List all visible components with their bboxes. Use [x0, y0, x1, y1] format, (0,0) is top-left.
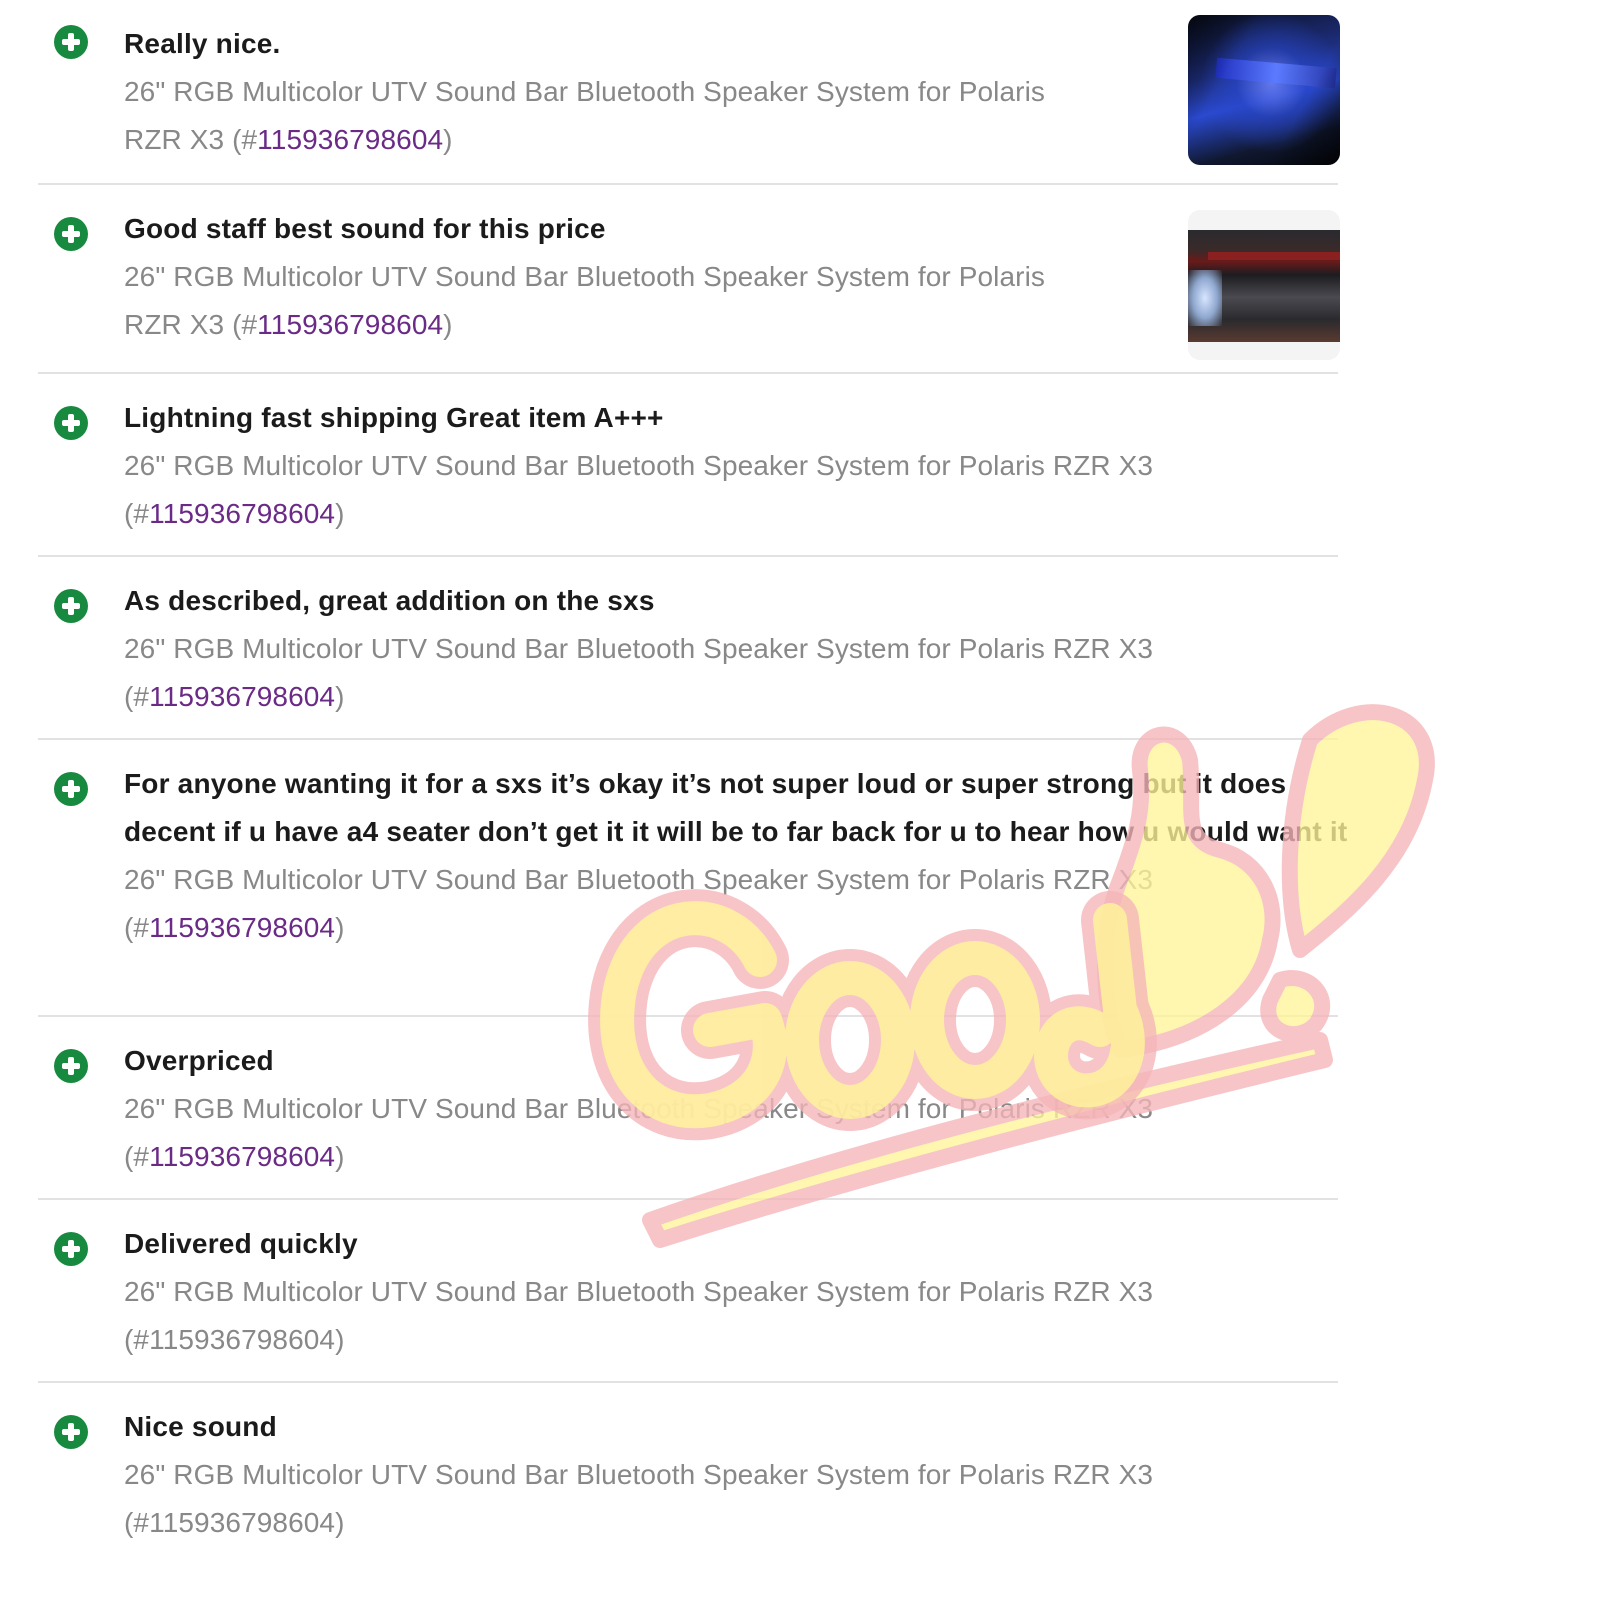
item-number-link[interactable]: 115936798604	[257, 124, 443, 155]
feedback-comment: Good staff best sound for this price	[124, 213, 606, 244]
item-title: 26" RGB Multicolor UTV Sound Bar Bluetoo…	[124, 1459, 1154, 1538]
item-title: 26" RGB Multicolor UTV Sound Bar Bluetoo…	[124, 76, 1046, 155]
feedback-comment: Nice sound	[124, 1411, 277, 1442]
positive-plus-icon	[54, 589, 88, 623]
positive-plus-icon	[54, 25, 88, 59]
review-photo-thumbnail[interactable]	[1188, 15, 1340, 165]
positive-plus-icon	[54, 1049, 88, 1083]
item-number-link[interactable]: 115936798604	[149, 1141, 335, 1172]
item-title: 26" RGB Multicolor UTV Sound Bar Bluetoo…	[124, 261, 1046, 340]
item-title-text: 26" RGB Multicolor UTV Sound Bar Bluetoo…	[124, 450, 1154, 481]
item-number-link[interactable]: 115936798604	[149, 681, 335, 712]
feedback-item: As described, great addition on the sxs …	[38, 557, 1338, 740]
feedback-item: Overpriced 26" RGB Multicolor UTV Sound …	[38, 1017, 1338, 1200]
feedback-item: Delivered quickly 26" RGB Multicolor UTV…	[38, 1200, 1338, 1383]
item-number[interactable]: 115936798604	[149, 1324, 335, 1355]
feedback-item: Lightning fast shipping Great item A+++ …	[38, 374, 1338, 557]
feedback-comment: Lightning fast shipping Great item A+++	[124, 402, 664, 433]
feedback-comment: Overpriced	[124, 1045, 274, 1076]
positive-plus-icon	[54, 217, 88, 251]
item-title-text: 26" RGB Multicolor UTV Sound Bar Bluetoo…	[124, 864, 1154, 895]
feedback-item: Really nice. 26" RGB Multicolor UTV Soun…	[38, 0, 1340, 185]
feedback-comment: As described, great addition on the sxs	[124, 585, 655, 616]
feedback-item: Nice sound 26" RGB Multicolor UTV Sound …	[38, 1383, 1338, 1583]
positive-plus-icon	[54, 1232, 88, 1266]
item-title-text: 26" RGB Multicolor UTV Sound Bar Bluetoo…	[124, 1459, 1154, 1490]
feedback-comment: For anyone wanting it for a sxs it’s oka…	[124, 768, 1348, 847]
positive-plus-icon	[54, 772, 88, 806]
item-title: 26" RGB Multicolor UTV Sound Bar Bluetoo…	[124, 633, 1154, 712]
feedback-list: Really nice. 26" RGB Multicolor UTV Soun…	[38, 0, 1347, 1583]
item-title: 26" RGB Multicolor UTV Sound Bar Bluetoo…	[124, 864, 1154, 943]
item-title: 26" RGB Multicolor UTV Sound Bar Bluetoo…	[124, 1276, 1154, 1355]
item-title-text: 26" RGB Multicolor UTV Sound Bar Bluetoo…	[124, 1276, 1154, 1307]
item-number-link[interactable]: 115936798604	[257, 309, 443, 340]
positive-plus-icon	[54, 1415, 88, 1449]
item-title: 26" RGB Multicolor UTV Sound Bar Bluetoo…	[124, 450, 1154, 529]
item-title: 26" RGB Multicolor UTV Sound Bar Bluetoo…	[124, 1093, 1154, 1172]
feedback-comment: Really nice.	[124, 28, 281, 59]
item-number-link[interactable]: 115936798604	[149, 912, 335, 943]
review-photo-thumbnail[interactable]	[1188, 210, 1340, 360]
feedback-comment: Delivered quickly	[124, 1228, 358, 1259]
positive-plus-icon	[54, 406, 88, 440]
item-number-link[interactable]: 115936798604	[149, 498, 335, 529]
item-title-text: 26" RGB Multicolor UTV Sound Bar Bluetoo…	[124, 1093, 1154, 1124]
feedback-item: Good staff best sound for this price 26"…	[38, 185, 1338, 374]
item-number[interactable]: 115936798604	[149, 1507, 335, 1538]
feedback-item: For anyone wanting it for a sxs it’s oka…	[38, 740, 1347, 1017]
item-title-text: 26" RGB Multicolor UTV Sound Bar Bluetoo…	[124, 633, 1154, 664]
